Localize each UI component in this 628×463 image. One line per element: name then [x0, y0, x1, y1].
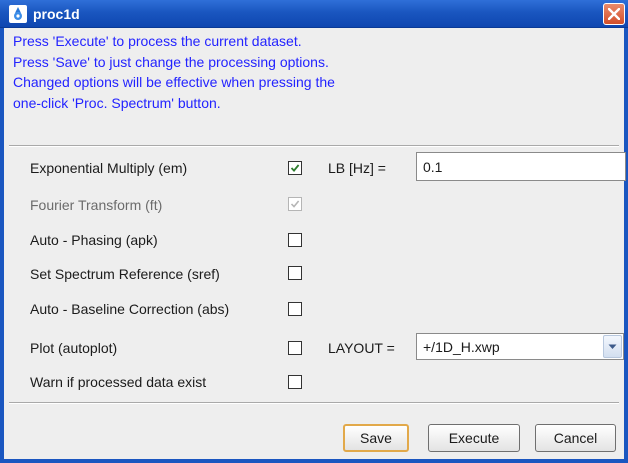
layout-label: LAYOUT =	[328, 340, 395, 356]
app-logo-icon	[9, 5, 27, 23]
cancel-button[interactable]: Cancel	[535, 424, 616, 452]
info-line: Press 'Save' to just change the processi…	[13, 53, 329, 70]
checkmark-icon	[290, 200, 300, 208]
checkbox-ft	[288, 197, 302, 211]
window-title: proc1d	[33, 6, 80, 22]
option-label-ft: Fourier Transform (ft)	[30, 197, 163, 213]
separator-top	[9, 145, 619, 147]
checkbox-apk[interactable]	[288, 233, 302, 247]
checkbox-abs[interactable]	[288, 302, 302, 316]
option-label-warn: Warn if processed data exist	[30, 374, 207, 390]
separator-bottom	[9, 402, 619, 404]
save-button[interactable]: Save	[343, 424, 409, 452]
info-text: Press 'Execute' to process the current d…	[13, 31, 335, 113]
checkmark-icon	[290, 164, 300, 172]
chevron-down-icon	[608, 344, 617, 349]
option-label-autoplot: Plot (autoplot)	[30, 340, 118, 356]
dropdown-arrow-button[interactable]	[603, 335, 622, 358]
info-line: one-click 'Proc. Spectrum' button.	[13, 94, 221, 111]
lb-label: LB [Hz] =	[328, 160, 386, 176]
option-label-sref: Set Spectrum Reference (sref)	[30, 266, 220, 282]
close-icon	[608, 8, 620, 20]
layout-select[interactable]: +/1D_H.xwp	[416, 333, 624, 360]
checkbox-sref[interactable]	[288, 266, 302, 280]
execute-button[interactable]: Execute	[428, 424, 520, 452]
checkbox-autoplot[interactable]	[288, 341, 302, 355]
option-label-abs: Auto - Baseline Correction (abs)	[30, 301, 230, 317]
close-button[interactable]	[603, 3, 625, 25]
info-line: Changed options will be effective when p…	[13, 74, 335, 90]
option-label-apk: Auto - Phasing (apk)	[30, 232, 158, 248]
checkbox-warn[interactable]	[288, 375, 302, 389]
lb-input[interactable]: 0.1	[416, 152, 626, 181]
info-line: Press 'Execute' to process the current d…	[13, 33, 302, 49]
option-label-em: Exponential Multiply (em)	[30, 160, 188, 176]
checkbox-em[interactable]	[288, 161, 302, 175]
title-bar: proc1d	[0, 0, 628, 28]
layout-select-value: +/1D_H.xwp	[423, 339, 500, 355]
